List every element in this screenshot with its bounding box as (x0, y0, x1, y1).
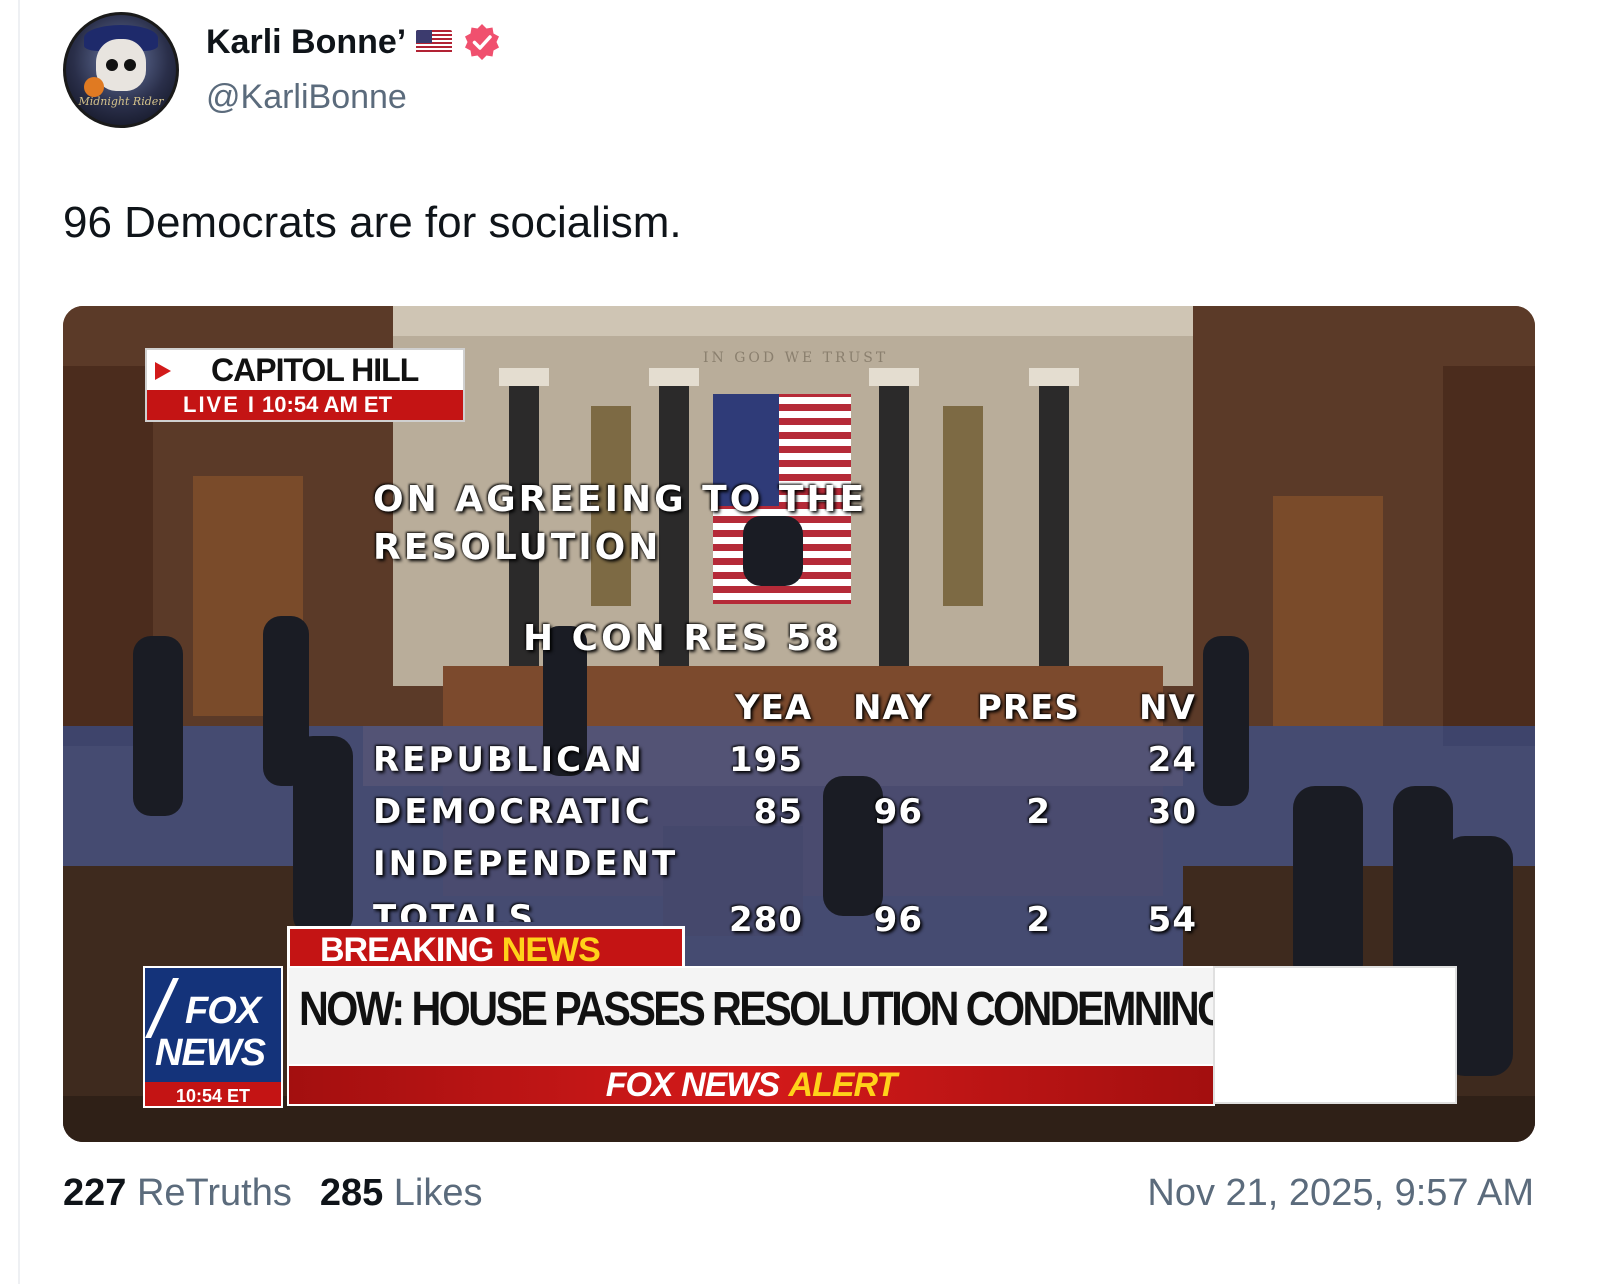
fox-news-logo: FOX NEWS 10:54 ET (143, 966, 283, 1108)
vote-cell: 30 (1147, 792, 1197, 832)
vote-title: ON AGREEING TO THE RESOLUTION (373, 479, 868, 568)
vote-column-nv: NV (1139, 688, 1196, 728)
avatar-logo-text: Midnight Rider (78, 95, 164, 108)
author-name-row: Karli Bonne’ (206, 18, 502, 66)
vote-column-nay: NAY (853, 688, 933, 728)
live-label: LIVE (183, 392, 240, 417)
motto-text: IN GOD WE TRUST (703, 350, 888, 366)
retruths-label: ReTruths (136, 1172, 292, 1214)
vote-cell: 2 (1026, 900, 1051, 940)
vote-resolution: H CON RES 58 (523, 618, 843, 659)
avatar-eye-shape (124, 59, 136, 71)
logo-line-2: NEWS (155, 1032, 266, 1074)
us-flag-icon (416, 30, 453, 54)
vote-cell: 96 (873, 900, 923, 940)
vote-cell: 85 (753, 792, 803, 832)
blank-graphic-box (1213, 966, 1457, 1104)
avatar[interactable]: Midnight Rider (63, 12, 179, 128)
breaking-label: BREAKING (320, 931, 494, 969)
vote-column-pres: PRES (977, 688, 1080, 728)
live-bar: LIVE I 10:54 AM ET (147, 390, 463, 420)
vote-row-label: TOTALS (373, 898, 537, 922)
location-label: CAPITOL HILL (211, 352, 419, 388)
vote-cell: 195 (729, 740, 803, 780)
engagement-stats: 227 ReTruths 285 Likes (63, 1172, 483, 1215)
vote-cell: 24 (1147, 740, 1197, 780)
alert-brand: FOX NEWS (605, 1066, 780, 1104)
likes-label: Likes (393, 1172, 483, 1214)
news-label: NEWS (501, 931, 601, 969)
retruths-count: 227 (63, 1172, 127, 1214)
verified-badge-icon (465, 24, 500, 60)
post-media-image[interactable]: IN GOD WE TRUST CAPITOL HILL LIVE I 10:5… (63, 306, 1535, 1142)
alert-label: ALERT (788, 1066, 898, 1104)
vote-row-label: REPUBLICAN (373, 740, 645, 780)
author-handle[interactable]: @KarliBonne (206, 78, 407, 117)
likes-count: 285 (319, 1172, 384, 1214)
retruths-link[interactable]: 227 ReTruths (63, 1172, 292, 1214)
vote-row-label: DEMOCRATIC (373, 792, 653, 832)
logo-slash-icon (145, 978, 179, 1038)
vote-cell: 2 (1026, 792, 1051, 832)
live-location-box: CAPITOL HILL LIVE I 10:54 AM ET (145, 348, 465, 422)
avatar-orange-shape (84, 77, 104, 97)
vote-cell: 280 (729, 900, 803, 940)
author-display-name[interactable]: Karli Bonne’ (206, 23, 406, 62)
play-arrow-icon (155, 362, 171, 380)
logo-time: 10:54 ET (145, 1082, 281, 1106)
likes-link[interactable]: 285 Likes (320, 1172, 483, 1214)
vote-row-label: INDEPENDENT (373, 844, 679, 884)
live-separator: I (247, 392, 255, 417)
vote-cell: 54 (1147, 900, 1197, 940)
post-timestamp[interactable]: Nov 21, 2025, 9:57 AM (1147, 1172, 1534, 1215)
logo-line-1: FOX (185, 990, 261, 1032)
avatar-eye-shape (106, 59, 118, 71)
post-text: 96 Democrats are for socialism. (63, 198, 682, 247)
post-card: Midnight Rider Karli Bonne’ @KarliBonne … (0, 0, 1622, 1284)
vote-column-yea: YEA (735, 688, 813, 728)
alert-bar: FOX NEWS ALERT (287, 1064, 1215, 1106)
live-time: 10:54 AM ET (262, 392, 393, 417)
headline-bar: NOW: HOUSE PASSES RESOLUTION CONDEMNING … (287, 966, 1444, 1066)
vote-cell: 96 (873, 792, 923, 832)
